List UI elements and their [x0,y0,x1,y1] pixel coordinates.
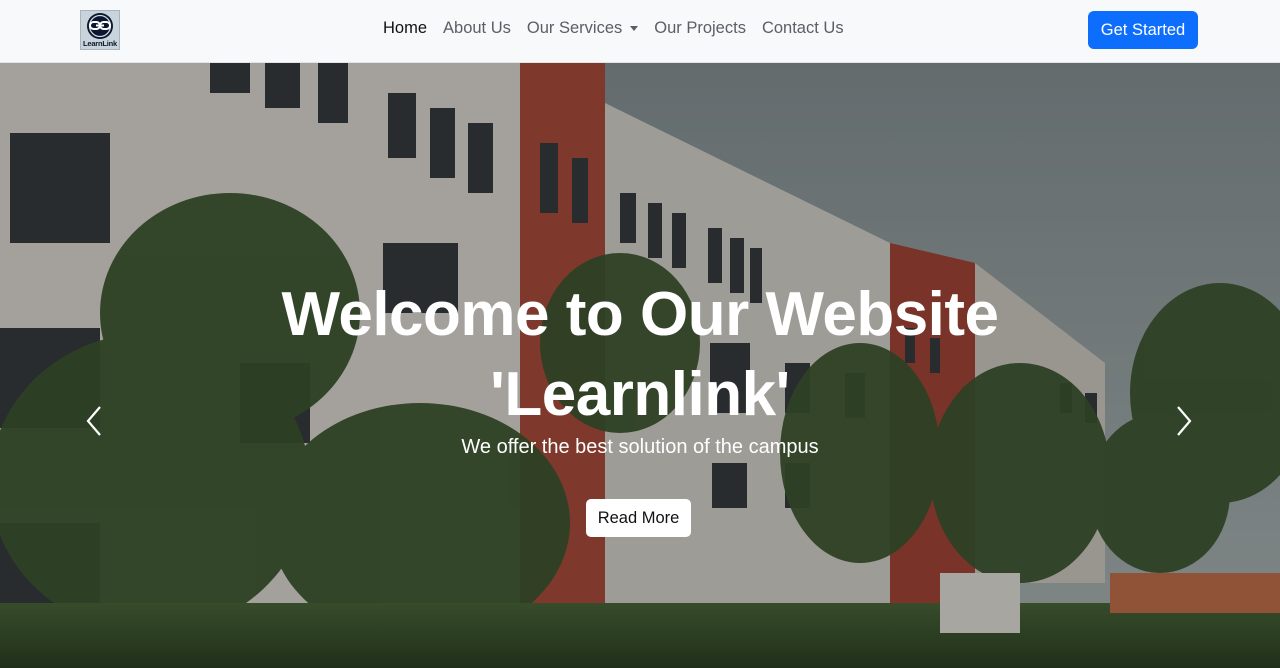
nav-item-contact-us-label: Contact Us [761,19,844,37]
hero-title: Welcome to Our Website 'Learnlink' [240,275,1040,435]
nav-item-our-services-label: Our Services [526,19,623,37]
carousel-next-button[interactable] [1172,403,1196,439]
chevron-left-icon [86,406,101,436]
get-started-button[interactable]: Get Started [1088,11,1198,49]
nav-item-our-services[interactable]: Our Services [526,19,639,38]
main-nav: Home About Us Our Services Our Projects … [383,19,844,38]
carousel-prev-button[interactable] [82,403,106,439]
caret-down-icon [630,26,639,31]
hero-title-line-1: Welcome to Our Website [281,280,999,349]
nav-item-home[interactable]: Home [383,19,427,38]
navbar: LearnLink Home About Us Our Services Our… [0,0,1280,63]
nav-item-home-label: Home [383,19,428,37]
nav-item-our-projects-label: Our Projects [654,19,746,37]
chevron-right-icon [1177,406,1192,436]
read-more-button[interactable]: Read More [586,499,691,537]
hero-carousel: Welcome to Our Website 'Learnlink' We of… [0,63,1280,668]
brand-logo-text: LearnLink [82,39,118,48]
nav-item-about-us[interactable]: About Us [443,19,511,38]
nav-item-our-projects[interactable]: Our Projects [654,19,746,38]
brand-logo[interactable]: LearnLink [80,10,120,50]
nav-item-about-us-label: About Us [443,19,511,37]
nav-item-contact-us[interactable]: Contact Us [762,19,844,38]
hero-subtitle: We offer the best solution of the campus [461,436,819,458]
hero-title-line-2: 'Learnlink' [490,360,790,429]
